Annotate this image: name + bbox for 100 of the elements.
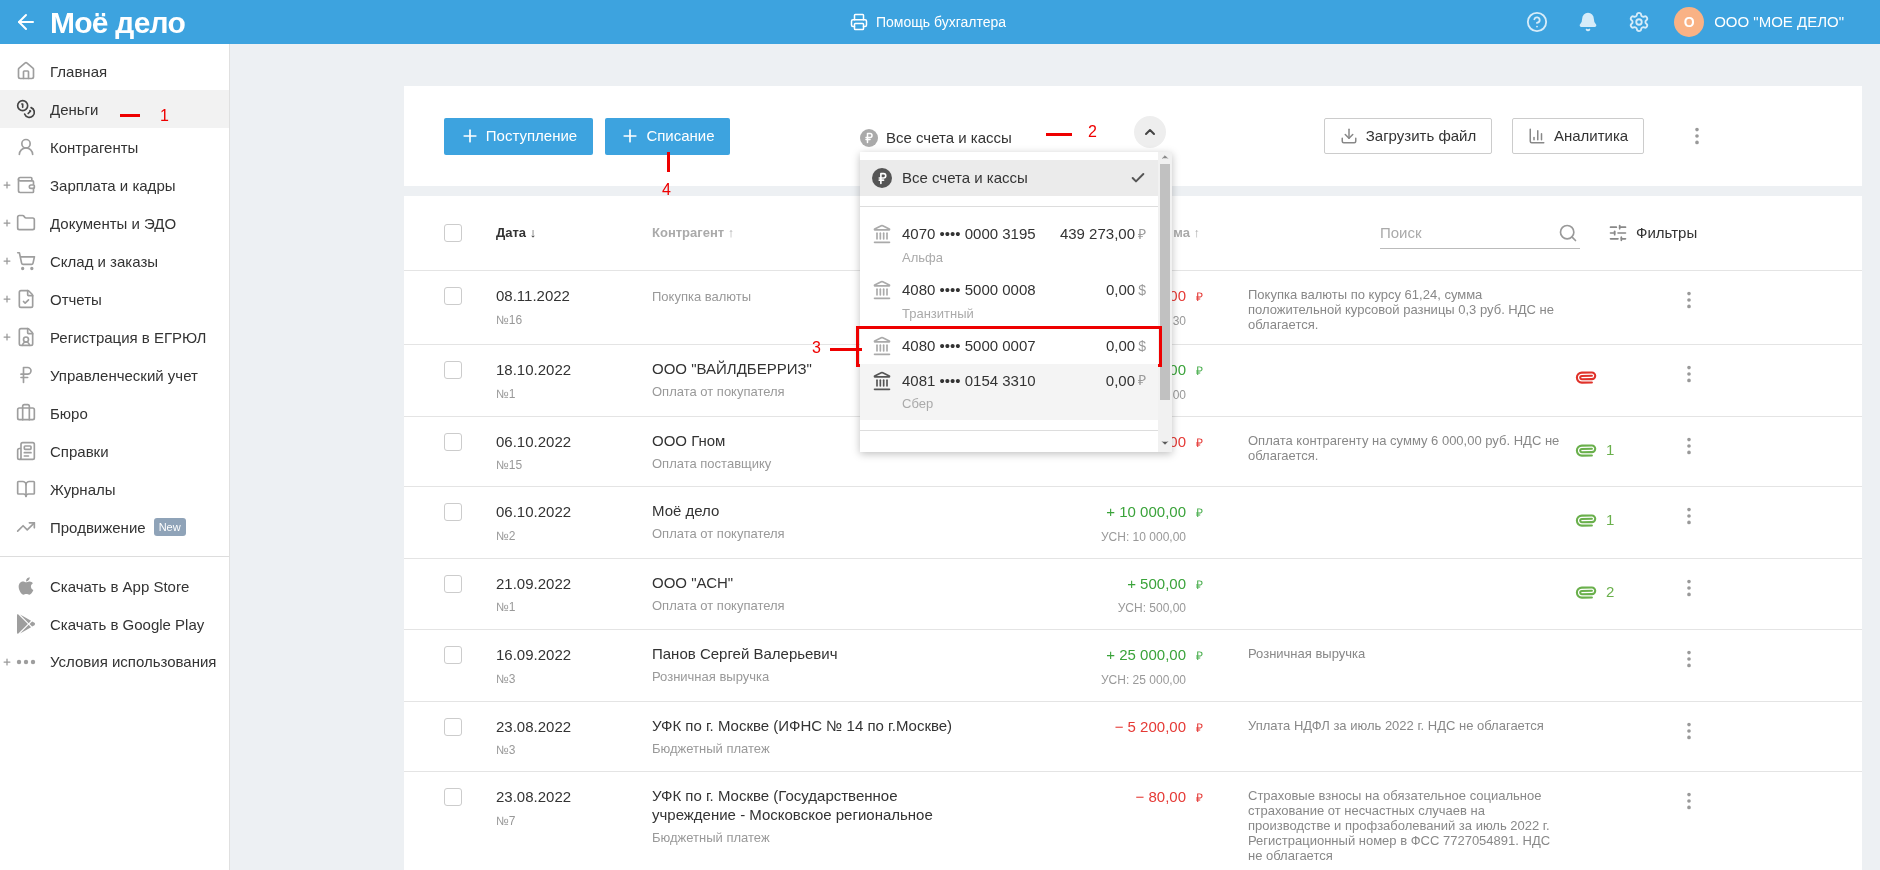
counterparty-cell-text: УФК по г. Москве (Государственное учреждение - Московское региональное <box>652 786 934 824</box>
person-icon <box>16 137 36 157</box>
annotation-number: 4 <box>662 180 671 200</box>
settings-icon[interactable] <box>1628 11 1651 33</box>
expand-icon[interactable] <box>2 332 12 342</box>
sidebar-item[interactable]: Главная <box>0 52 229 90</box>
annotation-number: 1 <box>160 106 169 126</box>
tax-cell-text: УСН: 10 000,00 <box>1100 528 1186 546</box>
expand-icon[interactable] <box>2 180 12 190</box>
counterparty-cell: УФК по г. Москве (ИФНС № 14 по г.Москве) <box>652 715 953 735</box>
newspaper-icon <box>16 441 36 461</box>
purpose-cell-text: Оплата от покупателя <box>652 383 785 401</box>
sidebar-item[interactable]: Скачать в Google Play <box>0 605 229 643</box>
folder-icon <box>16 213 36 233</box>
sidebar-item[interactable]: Справки <box>0 432 229 470</box>
coins-icon <box>16 99 36 119</box>
bank-icon <box>872 280 892 301</box>
purpose-cell-text: Оплата поставщику <box>652 454 772 473</box>
date-header[interactable]: Дата ↓ <box>496 223 652 243</box>
date-cell-text: 23.08.2022 <box>496 787 573 807</box>
scroll-up-icon[interactable] <box>1160 152 1170 162</box>
select-all-checkbox[interactable] <box>444 224 462 242</box>
account-option[interactable]: 4070 •••• 0000 3195 439 273,00 ₽ Альфа <box>860 217 1158 273</box>
doc-number: №1 <box>496 599 517 616</box>
counterparty-cell: ООО "ВАЙЛДБЕРРИЗ" <box>652 359 812 378</box>
sidebar-item[interactable]: Зарплата и кадры <box>0 166 229 204</box>
date-cell-text: 16.09.2022 <box>496 645 573 665</box>
more-icon <box>16 658 36 665</box>
annotation-mark <box>1046 133 1072 136</box>
search-icon <box>1558 223 1578 243</box>
row-checkbox[interactable] <box>444 503 462 521</box>
row-checkbox[interactable] <box>444 287 462 305</box>
sidebar-label: Деньги <box>50 99 99 119</box>
currency-sign: $ <box>1138 280 1146 300</box>
doc-number: №16 <box>496 311 524 329</box>
bank-icon <box>872 336 892 357</box>
counterparty-cell: Моё дело <box>652 501 720 520</box>
annotation-mark <box>830 348 862 351</box>
apple-icon <box>16 576 36 596</box>
attachment-count: 2 <box>1606 581 1615 602</box>
currency-sign: ₽ <box>1194 363 1204 380</box>
sidebar-item[interactable]: Условия использования <box>0 643 229 680</box>
row-checkbox[interactable] <box>444 646 462 664</box>
account-number: 4080 •••• 5000 0008 <box>902 280 1036 300</box>
row-checkbox[interactable] <box>444 717 462 736</box>
currency-sign: ₽ <box>1194 719 1204 737</box>
sidebar-label: Склад и заказы <box>50 251 159 271</box>
analytics-button[interactable]: Аналитика <box>1512 118 1644 154</box>
account-balance: 439 273,00 <box>1059 224 1135 244</box>
account-option[interactable]: 4081 •••• 0154 3310 0,00 ₽ Сбер <box>860 363 1158 420</box>
row-checkbox[interactable] <box>444 574 462 593</box>
row-checkbox[interactable] <box>444 432 462 451</box>
currency-sign: $ <box>1138 336 1146 356</box>
sidebar-item[interactable]: Документы и ЭДО <box>0 204 229 242</box>
sidebar-label: Зарплата и кадры <box>50 175 176 195</box>
expand-icon[interactable] <box>2 256 12 266</box>
sidebar-item[interactable]: Отчеты <box>0 280 229 318</box>
row-checkbox[interactable] <box>444 788 462 806</box>
sidebar-item[interactable]: Склад и заказы <box>0 242 229 280</box>
scroll-down-icon[interactable] <box>1160 438 1170 448</box>
account-option[interactable]: 4080 •••• 5000 0008 0,00 $ Транзитный <box>860 273 1158 329</box>
bank-name: Транзитный <box>902 304 975 323</box>
amount-cell-text: + 25 000,00 <box>1105 645 1186 665</box>
dropdown-option[interactable]: Все счета и кассы <box>860 160 1158 196</box>
date-cell-text: 06.10.2022 <box>496 502 573 522</box>
account-balance: 0,00 <box>1105 370 1135 391</box>
expand-icon[interactable] <box>2 656 12 667</box>
row-checkbox[interactable] <box>444 361 462 379</box>
sidebar-item[interactable]: Скачать в App Store <box>0 567 229 605</box>
amount-cell-text: − 80,00 <box>1134 787 1186 807</box>
currency-sign: ₽ <box>1138 371 1146 391</box>
filters-button[interactable]: Фильтры <box>1608 221 1698 245</box>
sidebar-item[interactable]: Бюро <box>0 394 229 432</box>
expand-icon[interactable] <box>2 218 12 228</box>
chart-icon <box>1527 127 1546 145</box>
sidebar-item[interactable]: Управленческий учет <box>0 356 229 394</box>
sidebar-item[interactable]: Регистрация в ЕГРЮЛ <box>0 318 229 356</box>
upload-button[interactable]: Загрузить файл <box>1324 118 1492 154</box>
description-cell: Оплата контрагенту на сумму 6 000,00 руб. НДС не облагается. <box>1248 432 1560 463</box>
bell-icon[interactable] <box>1578 12 1599 32</box>
purpose-cell-text: Покупка валюты <box>652 288 752 306</box>
search-field[interactable]: Поиск <box>1380 217 1580 249</box>
counterparty-cell: Панов Сергей Валерьевич <box>652 644 838 663</box>
amount-cell-text: − 5 200,00 <box>1113 716 1186 737</box>
amount-cell-text: + 500,00 <box>1126 573 1186 594</box>
sidebar-item[interactable]: Журналы <box>0 470 229 508</box>
collapse-button[interactable] <box>1134 116 1166 148</box>
account-number: 4080 •••• 5000 0007 <box>902 336 1036 356</box>
expand-icon[interactable] <box>2 294 12 304</box>
currency-sign: ₽ <box>1194 505 1204 522</box>
scrollbar[interactable] <box>1158 152 1172 452</box>
purpose-cell-text: Оплата от покупателя <box>652 525 785 543</box>
sidebar-item[interactable]: Контрагенты <box>0 128 229 166</box>
attachment-count: 1 <box>1606 439 1615 460</box>
attachment-count: 1 <box>1606 510 1615 530</box>
printer-icon[interactable] <box>850 13 868 31</box>
play-icon <box>16 614 36 634</box>
sidebar-item[interactable]: Продвижение New <box>0 508 229 546</box>
document-check-icon <box>16 289 36 309</box>
help-icon[interactable] <box>1526 11 1549 33</box>
